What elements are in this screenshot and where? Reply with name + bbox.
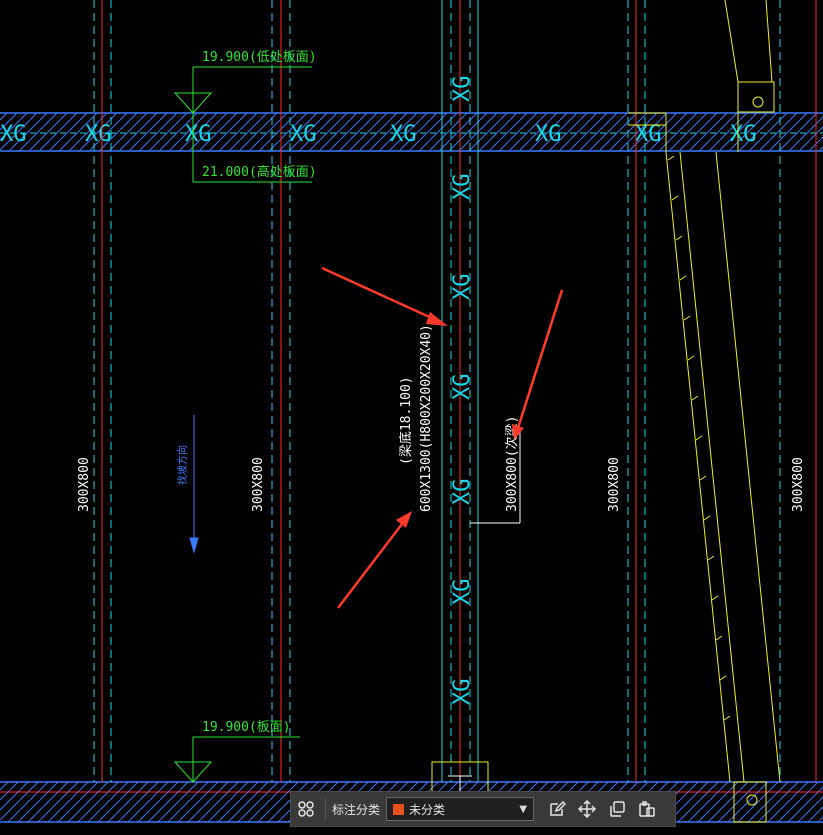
cad-drawing[interactable]: XG XG XG XG XG XG XG XG XG XG XG XG XG X…	[0, 0, 823, 835]
category-color-swatch	[393, 803, 405, 815]
category-selected-value: 未分类	[409, 802, 446, 817]
elevation-label-top-2: 21.000(高处板面)	[202, 164, 317, 180]
grid-icon[interactable]	[291, 794, 321, 824]
slab-band-top: XG XG XG XG XG XG XG XG	[0, 112, 823, 152]
svg-text:XG: XG	[450, 679, 475, 706]
beam-size-label-1: 300X800	[77, 457, 92, 512]
annotation-toolbar: 标注分类 未分类 ▼	[290, 791, 676, 827]
elevation-label-top-1: 19.900(低处板面)	[202, 50, 317, 65]
svg-text:XG: XG	[450, 274, 475, 301]
hatch-label: XG	[0, 122, 27, 147]
move-icon[interactable]	[572, 794, 602, 824]
hatch-label: XG	[185, 122, 212, 147]
chevron-down-icon: ▼	[519, 803, 528, 815]
hatch-label: XG	[730, 122, 757, 147]
main-beam-bottom-elev-label: (梁底18.100)	[398, 376, 414, 465]
hatch-label: XG	[290, 122, 317, 147]
paste-icon[interactable]	[632, 794, 662, 824]
beam-size-label-2: 300X800	[251, 457, 266, 512]
slope-direction	[189, 415, 199, 554]
copy-icon[interactable]	[602, 794, 632, 824]
hatch-label: XG	[390, 122, 417, 147]
svg-text:XG: XG	[450, 374, 475, 401]
category-label: 标注分类	[332, 802, 381, 817]
svg-text:XG: XG	[450, 579, 475, 606]
beam-size-label-4: 300X800	[607, 457, 622, 512]
svg-text:XG: XG	[450, 76, 475, 103]
svg-text:XG: XG	[450, 479, 475, 506]
beam-size-label-5: 300X800	[791, 457, 806, 512]
svg-text:XG: XG	[450, 174, 475, 201]
edit-icon[interactable]	[542, 794, 572, 824]
hatch-label: XG	[635, 122, 662, 147]
hatch-label: XG	[85, 122, 112, 147]
main-beam-size-label: 600X1300(H800X200X20X40)	[419, 324, 434, 512]
main-beam-labels: XG XG XG XG XG XG XG	[450, 76, 475, 706]
toolbar-divider	[325, 798, 326, 820]
category-select[interactable]: 未分类 ▼	[386, 797, 535, 821]
slope-direction-label: 找坡方向	[176, 445, 189, 485]
elevation-label-bottom: 19.900(板面)	[202, 720, 291, 735]
hatch-label: XG	[535, 122, 562, 147]
